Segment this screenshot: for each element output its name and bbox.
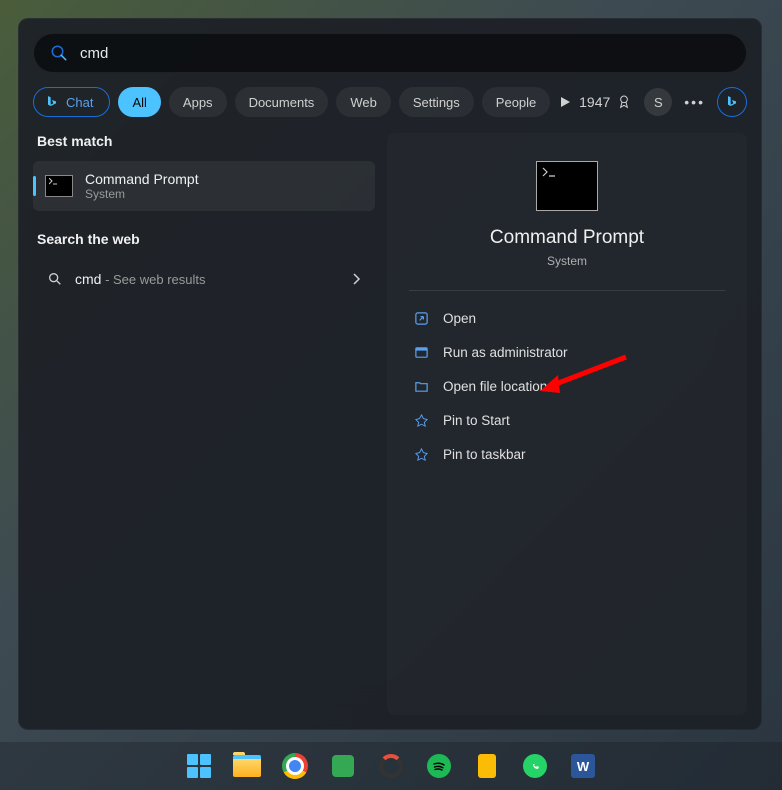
tab-label: All (132, 95, 146, 110)
chevron-right-icon (353, 273, 361, 285)
action-label: Pin to taskbar (443, 447, 526, 462)
rewards-points: 1947 (579, 94, 610, 110)
action-open[interactable]: Open (405, 301, 729, 335)
search-panel: Chat All Apps Documents Web Settings Peo… (18, 18, 762, 730)
command-prompt-icon-large (536, 161, 598, 211)
results-column: Best match Command Prompt System Search … (33, 133, 375, 715)
action-label: Open file location (443, 379, 547, 394)
taskbar-whatsapp[interactable] (515, 746, 555, 786)
search-bar[interactable] (33, 33, 747, 73)
tab-label: Chat (66, 95, 93, 110)
result-sub: System (85, 187, 199, 201)
web-suffix: - See web results (101, 272, 205, 287)
action-label: Open (443, 311, 476, 326)
search-icon (47, 271, 63, 287)
folder-icon (413, 378, 429, 394)
app-icon (332, 755, 354, 777)
pin-icon (413, 412, 429, 428)
preview-subtitle: System (401, 254, 733, 268)
open-icon (413, 310, 429, 326)
bing-icon (44, 94, 60, 110)
action-open-file-location[interactable]: Open file location (405, 369, 729, 403)
tab-chat[interactable]: Chat (33, 87, 110, 117)
tab-label: Settings (413, 95, 460, 110)
play-icon (559, 96, 571, 108)
pin-icon (413, 446, 429, 462)
taskbar-file-explorer[interactable] (227, 746, 267, 786)
search-input[interactable] (80, 45, 730, 62)
web-result[interactable]: cmd - See web results (33, 259, 375, 299)
taskbar-app-ring[interactable] (371, 746, 411, 786)
tab-label: Documents (249, 95, 315, 110)
preview-title: Command Prompt (401, 227, 733, 249)
bing-icon (724, 94, 740, 110)
taskbar-chrome[interactable] (275, 746, 315, 786)
taskbar-spotify[interactable] (419, 746, 459, 786)
tab-label: Web (350, 95, 377, 110)
shield-icon (413, 344, 429, 360)
tabs-overflow-button[interactable] (558, 89, 571, 115)
result-name: Command Prompt (85, 171, 199, 187)
tab-documents[interactable]: Documents (235, 87, 329, 117)
tab-apps[interactable]: Apps (169, 87, 227, 117)
tab-label: People (496, 95, 536, 110)
bing-chat-button[interactable] (717, 87, 747, 117)
search-icon (50, 44, 68, 62)
command-prompt-icon (45, 175, 73, 197)
spotify-icon (427, 754, 451, 778)
ellipsis-icon: ••• (684, 94, 705, 110)
taskbar: W (0, 742, 782, 790)
whatsapp-icon (523, 754, 547, 778)
app-icon (478, 754, 496, 778)
taskbar-word[interactable]: W (563, 746, 603, 786)
web-query: cmd (75, 271, 101, 287)
search-web-heading: Search the web (37, 231, 375, 247)
tab-all[interactable]: All (118, 87, 160, 117)
tab-people[interactable]: People (482, 87, 550, 117)
action-pin-to-start[interactable]: Pin to Start (405, 403, 729, 437)
action-label: Run as administrator (443, 345, 568, 360)
rewards-widget[interactable]: 1947 (579, 94, 632, 110)
tab-web[interactable]: Web (336, 87, 391, 117)
start-button[interactable] (179, 746, 219, 786)
preview-pane: Command Prompt System Open Run as admini… (387, 133, 747, 715)
web-result-text: cmd - See web results (75, 271, 341, 287)
avatar-initial: S (654, 95, 663, 110)
tabs-row: Chat All Apps Documents Web Settings Peo… (19, 73, 761, 129)
tab-label: Apps (183, 95, 213, 110)
action-list: Open Run as administrator Open file loca… (401, 301, 733, 471)
divider (409, 290, 725, 291)
chrome-icon (282, 753, 308, 779)
header-right: 1947 S ••• (579, 87, 747, 117)
folder-icon (233, 755, 261, 777)
app-icon (379, 754, 403, 778)
more-options[interactable]: ••• (684, 94, 705, 110)
action-label: Pin to Start (443, 413, 510, 428)
action-run-as-administrator[interactable]: Run as administrator (405, 335, 729, 369)
best-match-result[interactable]: Command Prompt System (33, 161, 375, 211)
content-split: Best match Command Prompt System Search … (19, 129, 761, 729)
rewards-badge-icon (616, 94, 632, 110)
result-text: Command Prompt System (85, 171, 199, 201)
word-icon: W (571, 754, 595, 778)
taskbar-app-yellow[interactable] (467, 746, 507, 786)
action-pin-to-taskbar[interactable]: Pin to taskbar (405, 437, 729, 471)
windows-icon (187, 754, 211, 778)
best-match-heading: Best match (37, 133, 375, 149)
taskbar-app-green[interactable] (323, 746, 363, 786)
tab-settings[interactable]: Settings (399, 87, 474, 117)
user-avatar[interactable]: S (644, 88, 672, 116)
